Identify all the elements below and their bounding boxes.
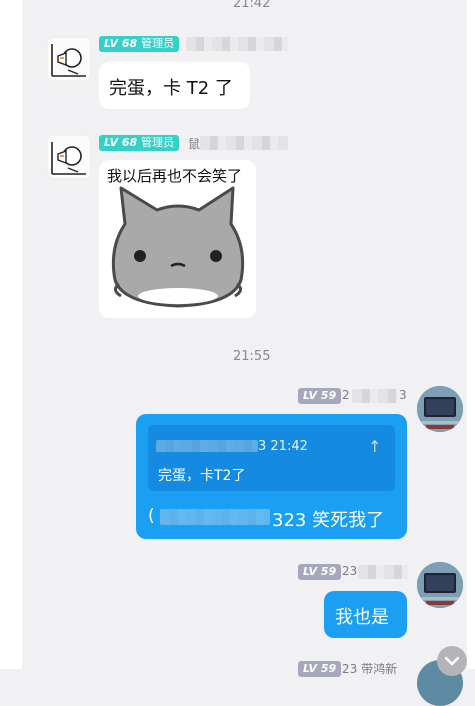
reply-text[interactable]: 323 笑死我了	[272, 506, 384, 532]
quoted-sender-blurred	[156, 440, 258, 452]
own-avatar[interactable]	[417, 562, 463, 608]
laptop-avatar-icon	[417, 386, 463, 432]
role-label: 管理员	[141, 37, 175, 50]
level-badge: LV 59	[298, 564, 342, 580]
level-text: LV 68	[104, 136, 138, 149]
sender-avatar[interactable]	[46, 134, 92, 180]
level-text: LV 59	[303, 565, 337, 578]
level-badge: LV 68 管理员	[99, 135, 180, 151]
timestamp-top: 21:42	[233, 0, 271, 11]
sticker-caption: 我以后再也不会笑了	[107, 167, 243, 185]
sender-name-blurred	[352, 389, 398, 403]
level-text: LV 59	[303, 389, 337, 402]
scroll-down-button[interactable]	[437, 646, 467, 676]
message-text[interactable]: 完蛋，卡 T2 了	[109, 74, 233, 100]
quoted-time: 3 21:42	[258, 439, 308, 454]
right-edge	[467, 0, 475, 669]
message-bubble-own[interactable]: 3 21:42 ↑ 完蛋，卡T2了 ( 323 笑死我了	[136, 414, 407, 539]
sender-name-fragment: 23	[342, 564, 358, 578]
quoted-message[interactable]: 3 21:42 ↑ 完蛋，卡T2了	[148, 425, 395, 491]
chevron-down-icon	[444, 656, 460, 666]
timestamp-mid: 21:55	[233, 349, 271, 364]
gray-cat-sticker-icon	[111, 186, 245, 308]
quote-close-icon[interactable]: ↑	[368, 437, 381, 456]
reply-mention-blurred	[160, 509, 270, 525]
laptop-avatar-icon	[417, 562, 463, 608]
doodle-character-icon	[46, 134, 92, 180]
role-label: 管理员	[141, 136, 175, 149]
reply-prefix: (	[148, 506, 155, 526]
sender-name-fragment: 鼠	[188, 137, 201, 151]
message-text[interactable]: 我也是	[335, 603, 389, 629]
quoted-text: 完蛋，卡T2了	[158, 468, 246, 484]
sender-name-blurred	[358, 565, 408, 579]
level-badge: LV 59	[298, 388, 342, 404]
sender-name-fragment: 2	[342, 388, 350, 402]
left-edge	[0, 0, 22, 669]
sender-name-blurred	[186, 37, 288, 51]
sender-name-blurred	[200, 136, 288, 150]
level-badge: LV 59	[298, 661, 342, 677]
message-bubble[interactable]: 完蛋，卡 T2 了	[99, 62, 250, 109]
sticker-message[interactable]: 我以后再也不会笑了	[99, 160, 256, 318]
message-bubble-own[interactable]: 我也是	[324, 591, 407, 638]
sender-name-tail: 3	[399, 388, 407, 402]
sender-avatar[interactable]	[46, 36, 92, 82]
doodle-character-icon	[46, 36, 92, 82]
level-text: LV 68	[104, 37, 138, 50]
level-badge: LV 68 管理员	[99, 36, 180, 52]
own-avatar[interactable]	[417, 386, 463, 432]
